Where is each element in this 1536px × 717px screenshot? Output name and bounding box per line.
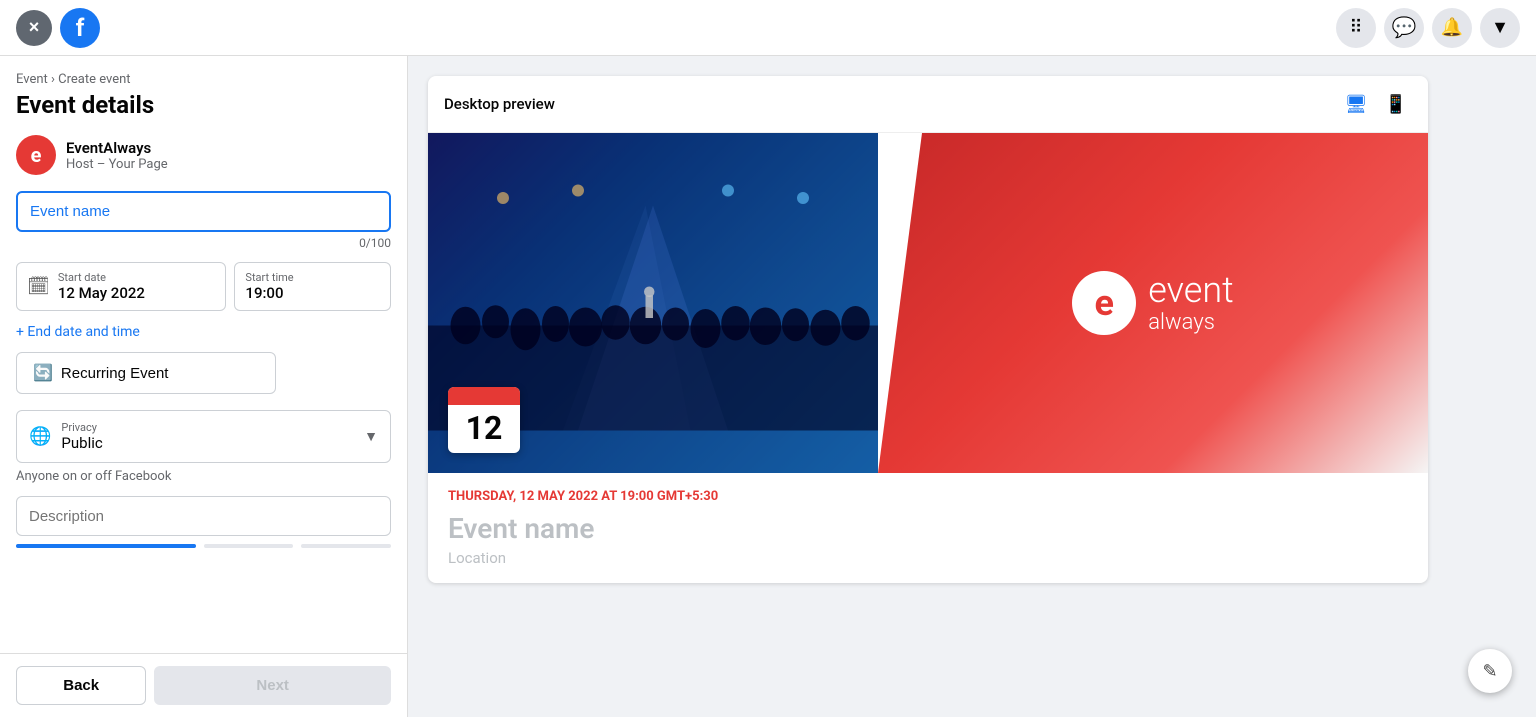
close-icon: ×: [29, 17, 40, 38]
grid-icon-button[interactable]: ⠿: [1336, 8, 1376, 48]
preview-icons: 🖥 📱: [1340, 88, 1412, 120]
messenger-icon: 💬: [1392, 15, 1417, 40]
top-nav: × f ⠿ 💬 🔔 ▼: [0, 0, 1536, 56]
avatar: e: [16, 135, 56, 175]
privacy-note: Anyone on or off Facebook: [16, 469, 391, 484]
main-layout: Event › Create event Event details e Eve…: [0, 56, 1536, 717]
event-info: THURSDAY, 12 MAY 2022 AT 19:00 GMT+5:30 …: [428, 473, 1428, 583]
left-content: Event › Create event Event details e Eve…: [0, 56, 407, 653]
preview-card: Desktop preview 🖥 📱: [428, 76, 1428, 583]
host-info: EventAlways Host – Your Page: [66, 139, 168, 172]
start-time-value: 19:00: [245, 284, 293, 302]
start-date-label: Start date: [58, 271, 145, 284]
event-name-preview: Event name: [448, 512, 1408, 545]
privacy-value: Public: [61, 434, 102, 452]
start-date-info: Start date 12 May 2022: [58, 271, 145, 302]
account-arrow-button[interactable]: ▼: [1480, 8, 1520, 48]
progress-segment-1: [16, 544, 196, 548]
date-overlay-header: [448, 387, 520, 405]
event-banner: e event always 12: [428, 133, 1428, 473]
edit-icon: ✎: [1482, 661, 1497, 682]
brand-sub: always: [1148, 310, 1233, 335]
nav-left: × f: [16, 8, 100, 48]
edit-fab-button[interactable]: ✎: [1468, 649, 1512, 693]
start-date-field[interactable]: 🗓 Start date 12 May 2022: [16, 262, 226, 311]
progress-segment-2: [204, 544, 294, 548]
right-panel: Desktop preview 🖥 📱: [408, 56, 1536, 717]
next-button: Next: [154, 666, 391, 705]
bottom-buttons: Back Next: [0, 653, 407, 717]
brand-name: event: [1148, 271, 1233, 311]
brand-text: event always: [1148, 271, 1233, 336]
privacy-label: Privacy: [61, 421, 102, 434]
preview-header: Desktop preview 🖥 📱: [428, 76, 1428, 133]
date-time-row: 🗓 Start date 12 May 2022 Start time 19:0…: [16, 262, 391, 311]
host-name: EventAlways: [66, 139, 168, 157]
event-name-input[interactable]: [16, 191, 391, 232]
breadcrumb: Event › Create event: [16, 72, 391, 87]
date-overlay: 12: [448, 387, 520, 453]
chevron-down-icon: ▼: [1491, 17, 1509, 38]
left-panel: Event › Create event Event details e Eve…: [0, 56, 408, 717]
mobile-icon: 📱: [1385, 94, 1407, 115]
back-button[interactable]: Back: [16, 666, 146, 705]
preview-title: Desktop preview: [444, 95, 555, 113]
calendar-icon: 🗓: [27, 276, 50, 297]
start-time-info: Start time 19:00: [245, 271, 293, 302]
page-title: Event details: [16, 91, 391, 119]
char-count: 0/100: [16, 236, 391, 250]
mobile-preview-button[interactable]: 📱: [1380, 88, 1412, 120]
recurring-event-button[interactable]: 🔄 Recurring Event: [16, 352, 276, 394]
start-time-label: Start time: [245, 271, 293, 284]
privacy-info: Privacy Public: [61, 421, 102, 452]
host-subtitle: Host – Your Page: [66, 157, 168, 172]
privacy-arrow-icon: ▼: [364, 428, 378, 445]
start-date-value: 12 May 2022: [58, 284, 145, 302]
end-date-link[interactable]: + End date and time: [16, 324, 140, 340]
grid-icon: ⠿: [1349, 17, 1362, 38]
banner-right: e event always: [878, 133, 1428, 473]
event-date-line: THURSDAY, 12 MAY 2022 AT 19:00 GMT+5:30: [448, 489, 1408, 504]
globe-icon: 🌐: [29, 426, 51, 447]
event-image-area: e event always 12 THURSDAY: [428, 133, 1428, 583]
date-overlay-number: 12: [448, 405, 520, 453]
close-button[interactable]: ×: [16, 10, 52, 46]
facebook-logo: f: [60, 8, 100, 48]
messenger-icon-button[interactable]: 💬: [1384, 8, 1424, 48]
bell-icon: 🔔: [1441, 17, 1463, 38]
progress-bar: [16, 536, 391, 556]
desktop-preview-button[interactable]: 🖥: [1340, 88, 1372, 120]
brand-logo: e event always: [1052, 251, 1253, 356]
desktop-icon: 🖥: [1345, 94, 1368, 115]
brand-e-icon: e: [1072, 271, 1136, 335]
start-time-field[interactable]: Start time 19:00: [234, 262, 391, 311]
host-row: e EventAlways Host – Your Page: [16, 135, 391, 175]
recurring-icon: 🔄: [33, 363, 53, 383]
progress-segment-3: [301, 544, 391, 548]
description-input[interactable]: [16, 496, 391, 536]
privacy-field[interactable]: 🌐 Privacy Public ▼: [16, 410, 391, 463]
bell-icon-button[interactable]: 🔔: [1432, 8, 1472, 48]
nav-right: ⠿ 💬 🔔 ▼: [1336, 8, 1520, 48]
event-location-preview: Location: [448, 549, 1408, 567]
